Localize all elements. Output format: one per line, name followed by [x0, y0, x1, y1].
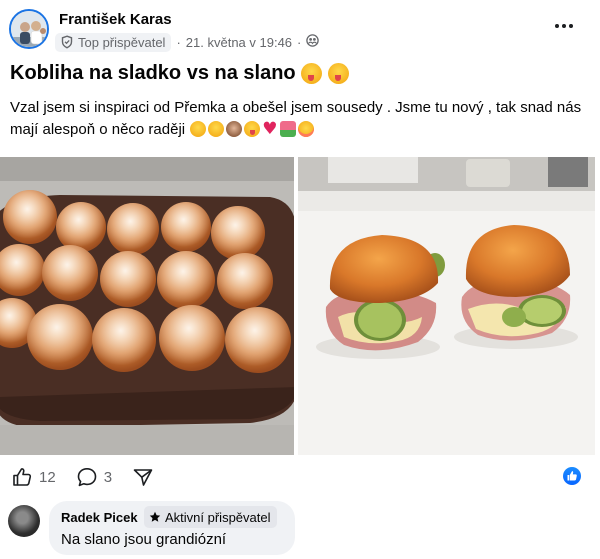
comment-text: Na slano jsou grandiózní: [61, 531, 227, 548]
more-dot-icon: [569, 24, 573, 28]
star-icon: [149, 511, 161, 522]
post-meta: Top přispěvatel · 21. května v 19:46 ·: [55, 32, 320, 52]
squinting-tongue-emoji-icon: [327, 63, 349, 84]
red-heart-emoji-icon: [262, 121, 278, 137]
audience-icon[interactable]: [306, 34, 320, 50]
commenter-name[interactable]: Radek Picek: [61, 510, 138, 525]
like-button[interactable]: 12: [11, 466, 56, 488]
meta-separator-2: ·: [297, 34, 302, 50]
post-actions: 12 3: [11, 464, 174, 490]
post-card: František Karas Top přispěvatel · 21. kv…: [0, 0, 600, 559]
comment-count: 3: [103, 468, 113, 486]
commenter-avatar[interactable]: [8, 505, 40, 537]
like-count: 12: [39, 468, 56, 486]
sweet-donuts-photo[interactable]: [0, 157, 294, 455]
grinning-emoji-icon: [190, 121, 207, 137]
savory-donut-sandwiches-photo[interactable]: [298, 157, 595, 455]
more-dot-icon: [562, 24, 566, 28]
smiling-halo-emoji-icon: [208, 121, 225, 137]
comment-bubble-icon: [77, 468, 96, 487]
meta-separator: ·: [176, 34, 181, 50]
share-icon: [133, 469, 153, 486]
post-body: Vzal jsem si inspiraci od Přemka a obeše…: [10, 97, 590, 141]
partying-face-emoji-icon: [298, 121, 315, 137]
active-contributor-badge[interactable]: Aktivní přispěvatel: [144, 506, 277, 528]
author-avatar[interactable]: [9, 9, 49, 49]
author-name[interactable]: František Karas: [59, 11, 172, 28]
tongue-emoji-icon: [244, 121, 261, 137]
post-title: Kobliha na sladko vs na slano: [10, 62, 296, 84]
more-dot-icon: [555, 24, 559, 28]
post-title-row: Kobliha na sladko vs na slano: [10, 62, 350, 85]
thumbs-up-icon: [13, 468, 32, 486]
badge-label: Top přispěvatel: [78, 34, 166, 50]
badge-icon: [61, 35, 73, 49]
author-avatar-image: [11, 11, 47, 47]
badge-label: Aktivní přispěvatel: [165, 509, 271, 525]
tulip-emoji-icon: [280, 121, 297, 137]
more-options-button[interactable]: [552, 16, 576, 36]
post-date[interactable]: 21. května v 19:46: [186, 35, 292, 50]
share-button[interactable]: [132, 466, 154, 488]
see-no-evil-monkey-emoji-icon: [226, 121, 243, 137]
top-contributor-badge[interactable]: Top přispěvatel: [55, 32, 172, 52]
comment-button[interactable]: 3: [76, 466, 112, 488]
squinting-tongue-emoji-icon: [300, 63, 322, 84]
like-reaction-icon[interactable]: [563, 467, 581, 485]
